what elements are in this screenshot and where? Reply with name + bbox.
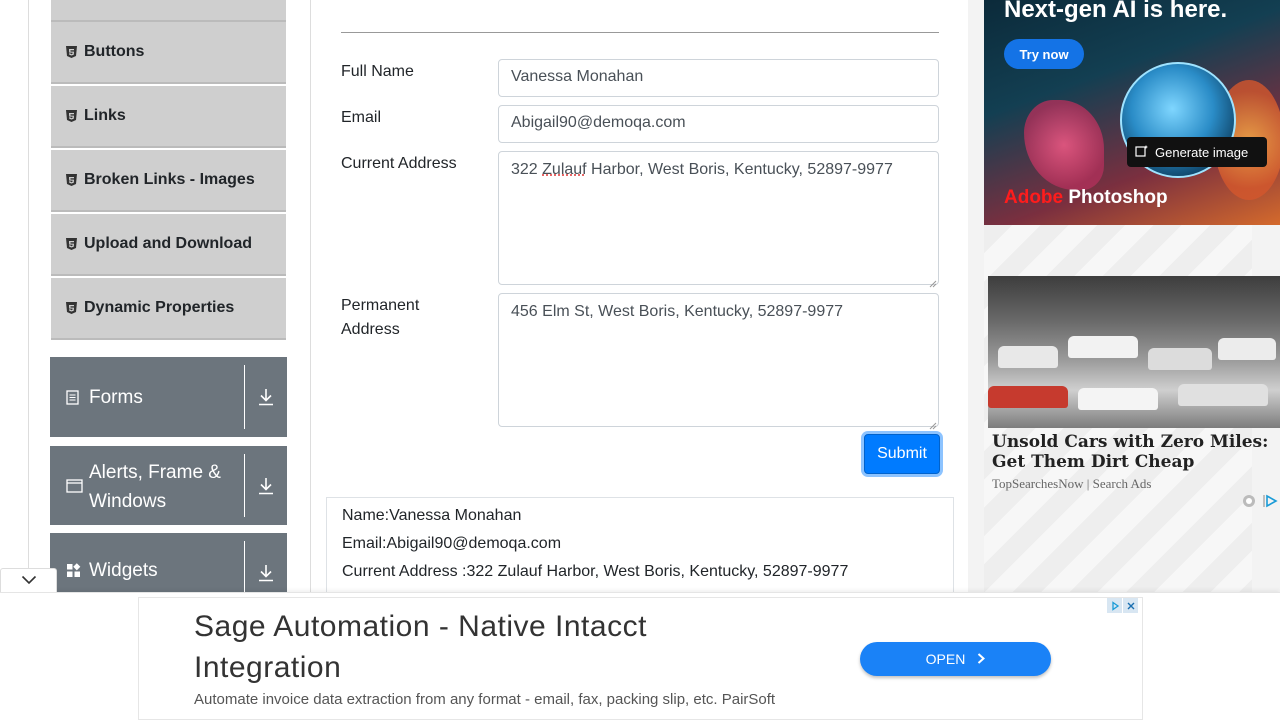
sidebar-item-broken-links[interactable]: Broken Links - Images — [51, 150, 286, 212]
sidebar-item-buttons[interactable]: Buttons — [51, 22, 286, 84]
group-label-wrap: Forms — [50, 357, 244, 437]
adchoices-icon[interactable] — [1107, 598, 1122, 613]
cars-ad-title[interactable]: Unsold Cars with Zero Miles: Get Them Di… — [992, 432, 1278, 472]
brand-prefix: Adobe — [1004, 187, 1064, 208]
sidebar-item-label: Links — [84, 107, 126, 124]
permanent-address-value: 456 Elm St, West Boris, Kentucky, 52897-… — [511, 303, 844, 320]
current-address-textarea[interactable]: 322 Zulauf Harbor, West Boris, Kentucky,… — [498, 151, 939, 288]
ad-headline: Next-gen AI is here. — [1004, 0, 1228, 23]
sidebar-group-alerts[interactable]: Alerts, Frame & Windows — [50, 446, 287, 525]
generate-image-chip: Generate image — [1127, 137, 1267, 167]
permanent-address-textarea[interactable]: 456 Elm St, West Boris, Kentucky, 52897-… — [498, 293, 939, 430]
permanent-address-label-line: Permanent — [341, 297, 420, 314]
output-email: Email:Abigail90@demoqa.com — [342, 535, 562, 552]
adchoices-icon[interactable] — [1262, 494, 1278, 513]
download-arrow-icon[interactable] — [245, 357, 287, 437]
output-panel: Name:Vanessa Monahan Email:Abigail90@dem… — [326, 497, 954, 608]
email-label: Email — [341, 109, 382, 126]
sidebar-border — [28, 0, 29, 600]
sparkle-icon — [1135, 144, 1149, 161]
permanent-address-label-line: Address — [341, 321, 400, 338]
email-value: Abigail90@demoqa.com — [511, 114, 686, 131]
car-shape — [1218, 338, 1276, 360]
cars-ad-image[interactable] — [988, 276, 1280, 428]
output-current-address: Current Address :322 Zulauf Harbor, West… — [342, 563, 849, 580]
car-shape — [998, 346, 1058, 368]
current-address-value-part: Harbor, West Boris, Kentucky, 52897-9977 — [586, 161, 893, 178]
output-name: Name:Vanessa Monahan — [342, 507, 522, 524]
html5-icon — [65, 46, 77, 59]
sidebar-group-forms[interactable]: Forms — [50, 357, 287, 437]
ad-art — [1024, 100, 1104, 190]
open-button[interactable]: OPEN — [860, 642, 1051, 676]
sidebar-item-label: Dynamic Properties — [84, 299, 235, 316]
current-address-value-part: 322 — [511, 161, 543, 178]
spellcheck-word: Zulauf — [542, 161, 587, 178]
page: Buttons Links Broken Links - Images Uplo… — [0, 0, 1280, 720]
group-label: Alerts, Frame & Windows — [89, 461, 221, 512]
adobe-photoshop-logo: Adobe Photoshop — [1004, 187, 1168, 209]
bottom-ad[interactable]: Sage Automation - Native Intacct Integra… — [138, 597, 1143, 720]
chevron-right-icon — [977, 651, 986, 667]
car-shape — [1078, 388, 1158, 410]
email-input[interactable]: Abigail90@demoqa.com — [498, 105, 939, 143]
widgets-icon — [66, 563, 84, 578]
car-shape — [1178, 384, 1268, 406]
sidebar-item-dynamic-properties[interactable]: Dynamic Properties — [51, 278, 286, 340]
html5-icon — [65, 238, 77, 251]
sidebar-item-upload-download[interactable]: Upload and Download — [51, 214, 286, 276]
group-label: Widgets — [89, 560, 158, 581]
ad-info-icon[interactable] — [1242, 494, 1256, 513]
chevron-down-icon — [21, 572, 37, 590]
photoshop-ad[interactable]: Next-gen AI is here. Try now Generate im… — [984, 0, 1280, 225]
group-label-wrap: Alerts, Frame & Windows — [50, 446, 244, 525]
resize-handle-icon[interactable] — [929, 275, 937, 288]
car-shape — [1148, 348, 1212, 370]
ad-controls[interactable] — [1107, 598, 1138, 613]
sidebar-item-label: Broken Links - Images — [84, 171, 255, 188]
group-label: Forms — [89, 386, 143, 408]
form-divider — [341, 32, 939, 33]
bottom-ad-description: Automate invoice data extraction from an… — [194, 691, 776, 708]
current-address-label: Current Address — [341, 155, 457, 172]
document-icon — [66, 389, 84, 405]
download-arrow-icon[interactable] — [245, 446, 287, 525]
close-icon[interactable] — [1123, 598, 1138, 613]
sidebar-item-partial[interactable] — [51, 0, 286, 22]
full-name-value: Vanessa Monahan — [511, 68, 644, 85]
try-now-button[interactable]: Try now — [1004, 39, 1084, 69]
sidebar-item-links[interactable]: Links — [51, 86, 286, 148]
html5-icon — [65, 110, 77, 123]
full-name-input[interactable]: Vanessa Monahan — [498, 59, 939, 97]
submit-button[interactable]: Submit — [864, 434, 940, 474]
window-icon — [66, 479, 84, 493]
permanent-address-label: Permanent Address — [341, 294, 419, 342]
bottom-ad-title[interactable]: Sage Automation - Native Intacct Integra… — [194, 606, 794, 688]
generate-image-label: Generate image — [1155, 144, 1249, 160]
brand-suffix: Photoshop — [1063, 187, 1168, 208]
collapse-ad-toggle[interactable] — [0, 568, 57, 592]
html5-icon — [65, 302, 77, 315]
open-button-label: OPEN — [925, 651, 966, 667]
ad-choices[interactable] — [1242, 494, 1278, 513]
car-shape — [988, 386, 1068, 408]
full-name-label: Full Name — [341, 63, 414, 80]
car-shape — [1068, 336, 1138, 358]
sidebar-border-right — [310, 0, 311, 600]
sidebar-item-label: Buttons — [84, 43, 145, 60]
resize-handle-icon[interactable] — [929, 417, 937, 430]
sidebar-item-label: Upload and Download — [84, 235, 252, 252]
cars-ad-source: TopSearchesNow | Search Ads — [992, 476, 1152, 491]
html5-icon — [65, 174, 77, 187]
